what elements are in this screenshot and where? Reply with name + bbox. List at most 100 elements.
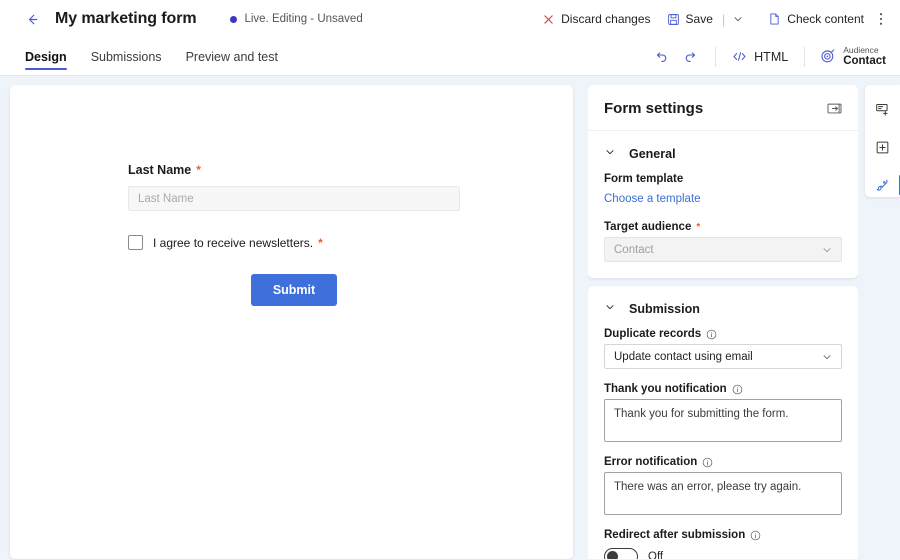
last-name-input[interactable]: Last Name [128, 186, 460, 211]
add-section-icon[interactable] [869, 136, 896, 160]
submission-settings-card: Submission Duplicate records Update cont… [588, 286, 858, 559]
target-audience-label-row: Target audience * [604, 221, 842, 233]
more-vertical-icon[interactable] [872, 7, 890, 31]
duplicate-records-chevron-down-icon [821, 351, 833, 363]
consent-label-row: I agree to receive newsletters. * [153, 236, 323, 250]
save-floppy-icon [667, 13, 680, 26]
code-brackets-icon [732, 50, 747, 63]
target-audience-value: Contact [614, 243, 654, 256]
tab-design[interactable]: Design [22, 38, 79, 75]
redirect-after-submission-field: Redirect after submission Off [604, 529, 842, 559]
section-submission-body: Duplicate records Update contact using e… [588, 328, 858, 559]
form-canvas[interactable]: Last Name * Last Name I agree to receive… [10, 85, 573, 559]
form-status: Live. Editing - Unsaved [230, 13, 363, 25]
redirect-toggle-row: Off [604, 548, 842, 559]
status-dot-icon [230, 15, 238, 23]
submit-button[interactable]: Submit [250, 274, 338, 306]
duplicate-records-label-row: Duplicate records [604, 328, 842, 340]
styles-brush-icon[interactable] [869, 173, 900, 197]
settings-panel-header: Form settings [588, 85, 858, 131]
redirect-label-row: Redirect after submission [604, 529, 842, 541]
consent-label: I agree to receive newsletters. [153, 235, 314, 250]
last-name-label-row: Last Name * [128, 163, 460, 177]
save-button[interactable]: Save [659, 7, 721, 31]
form-preview: Last Name * Last Name I agree to receive… [10, 85, 573, 306]
target-audience-icon [820, 48, 836, 64]
submit-row: Submit [128, 274, 460, 306]
consent-checkbox[interactable] [128, 235, 143, 250]
duplicate-records-label: Duplicate records [604, 328, 702, 340]
error-notification-field: Error notification There was an error, p… [604, 456, 842, 515]
last-name-placeholder: Last Name [138, 192, 194, 205]
redo-arrow-icon[interactable] [676, 43, 706, 71]
toolbar-divider [715, 46, 717, 67]
form-settings-panel: Form settings General Form template Choo… [588, 85, 858, 559]
thank-you-notification-textarea[interactable]: Thank you for submitting the form. [604, 399, 842, 442]
section-submission-title: Submission [629, 302, 700, 316]
form-template-label: Form template [604, 173, 684, 185]
discard-changes-label: Discard changes [561, 12, 651, 26]
audience-value: Contact [843, 54, 886, 67]
redirect-toggle[interactable] [604, 548, 638, 559]
settings-panel-title: Form settings [604, 100, 704, 117]
top-bar-actions: Discard changes Save | Check content [534, 7, 890, 31]
redirect-info-icon[interactable] [750, 530, 761, 541]
audience-label: Audience [843, 44, 879, 55]
error-info-icon[interactable] [702, 457, 713, 468]
form-field-last-name[interactable]: Last Name * Last Name [128, 163, 460, 211]
thank-you-info-icon[interactable] [732, 384, 743, 395]
check-content-button[interactable]: Check content [760, 7, 872, 31]
tab-design-label: Design [25, 49, 67, 64]
thank-you-notification-label: Thank you notification [604, 383, 727, 395]
save-dropdown-chevron-down-icon[interactable] [726, 8, 750, 30]
form-fields: Last Name * Last Name I agree to receive… [128, 163, 460, 306]
html-label: HTML [754, 49, 789, 64]
tab-list: Design Submissions Preview and test [22, 38, 290, 75]
duplicate-records-field: Duplicate records Update contact using e… [604, 328, 842, 369]
redirect-toggle-state: Off [648, 550, 664, 560]
undo-arrow-icon[interactable] [646, 43, 676, 71]
top-bar: My marketing form Live. Editing - Unsave… [0, 0, 900, 38]
choose-a-template-link[interactable]: Choose a template [604, 193, 701, 205]
tab-submissions[interactable]: Submissions [79, 38, 174, 75]
section-general-header[interactable]: General [588, 131, 858, 173]
document-icon [768, 12, 781, 26]
status-text: Live. Editing - Unsaved [244, 13, 363, 25]
html-button[interactable]: HTML [725, 46, 795, 68]
tab-preview-and-test[interactable]: Preview and test [174, 38, 290, 75]
tab-bar: Design Submissions Preview and test HTML… [0, 38, 900, 76]
error-label-row: Error notification [604, 456, 842, 468]
general-settings-card: Form settings General Form template Choo… [588, 85, 858, 278]
last-name-label: Last Name [128, 163, 192, 177]
close-x-icon [542, 13, 555, 26]
save-label: Save [685, 12, 713, 26]
required-asterisk: * [196, 163, 201, 177]
tab-bar-actions: HTML Audience Contact [646, 38, 890, 75]
duplicate-records-value: Update contact using email [614, 350, 753, 363]
consent-required-asterisk: * [318, 235, 323, 250]
target-audience-chevron-down-icon [821, 244, 833, 256]
back-arrow-icon[interactable] [22, 9, 42, 29]
redirect-after-submission-label: Redirect after submission [604, 529, 746, 541]
form-field-consent[interactable]: I agree to receive newsletters. * [128, 235, 460, 250]
discard-changes-button[interactable]: Discard changes [534, 7, 658, 31]
check-content-label: Check content [787, 12, 864, 26]
toolbar-divider-2 [804, 46, 806, 67]
duplicate-records-select[interactable]: Update contact using email [604, 344, 842, 369]
form-template-field: Form template Choose a template [604, 173, 842, 207]
section-submission-header[interactable]: Submission [588, 286, 858, 328]
target-audience-field: Target audience * Contact [604, 221, 842, 262]
target-audience-label: Target audience [604, 221, 692, 233]
audience-button[interactable]: Audience Contact [814, 43, 890, 71]
section-general-title: General [629, 147, 676, 161]
add-field-icon[interactable] [869, 98, 896, 122]
duplicate-records-info-icon[interactable] [706, 329, 717, 340]
collapse-panel-icon[interactable] [827, 102, 842, 115]
target-audience-select[interactable]: Contact [604, 237, 842, 262]
redirect-toggle-knob [607, 551, 618, 559]
audience-text: Audience Contact [843, 45, 886, 69]
section-general-body: Form template Choose a template Target a… [588, 173, 858, 278]
error-notification-textarea[interactable]: There was an error, please try again. [604, 472, 842, 515]
tab-submissions-label: Submissions [90, 49, 162, 64]
workspace: Last Name * Last Name I agree to receive… [0, 76, 900, 559]
